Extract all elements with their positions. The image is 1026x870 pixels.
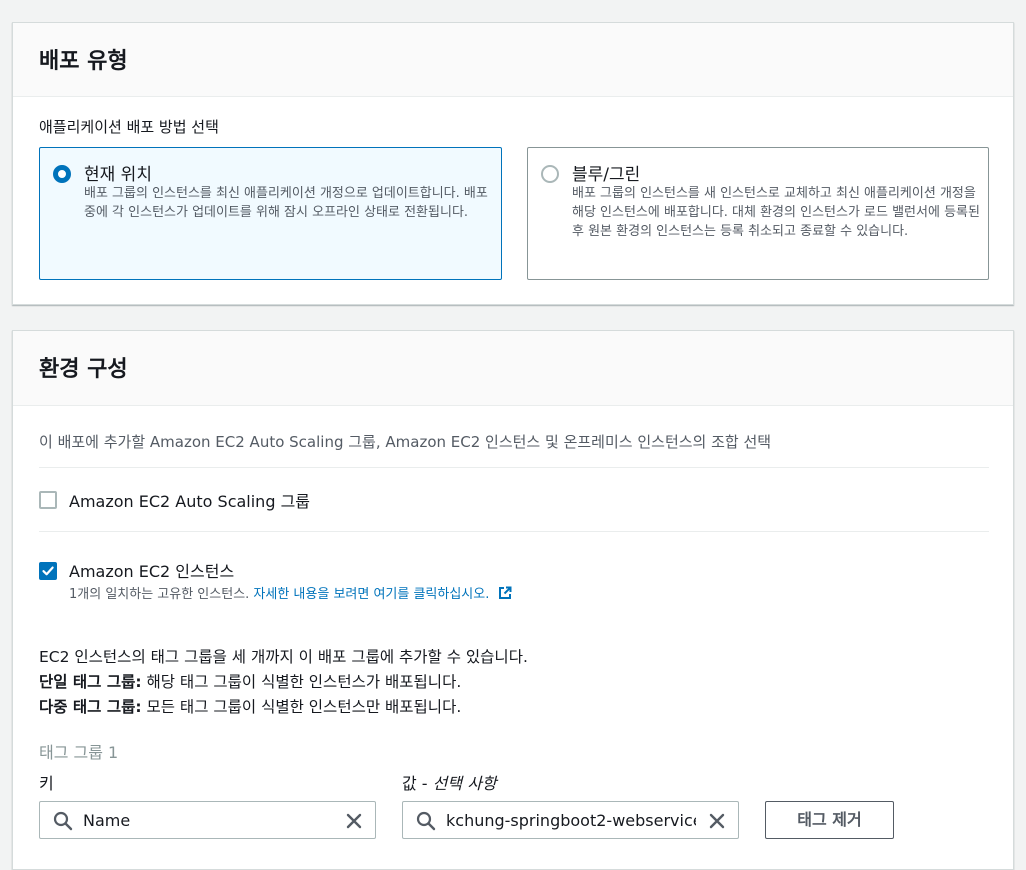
- deployment-type-header: 배포 유형: [13, 23, 1013, 97]
- search-icon: [416, 811, 436, 831]
- clear-value-icon[interactable]: [708, 812, 726, 830]
- checkmark-icon: [42, 566, 54, 576]
- in-place-option-title: 현재 위치: [84, 165, 152, 185]
- multi-tag-group-info: 다중 태그 그룹: 모든 태그 그룹이 식별한 인스턴스만 배포됩니다.: [39, 695, 528, 720]
- tag-key-value[interactable]: Name: [83, 811, 333, 830]
- multi-tag-group-label: 다중 태그 그룹:: [39, 698, 142, 716]
- deployment-type-panel: 배포 유형 애플리케이션 배포 방법 선택 현재 위치 배포 그룹의 인스턴스를…: [12, 22, 1014, 305]
- multi-tag-group-text: 모든 태그 그룹이 식별한 인스턴스만 배포됩니다.: [141, 698, 462, 716]
- environment-config-title: 환경 구성: [39, 357, 128, 382]
- tag-value-input[interactable]: kchung-springboot2-webservice: [402, 801, 739, 839]
- tag-value-value[interactable]: kchung-springboot2-webservice: [446, 811, 696, 830]
- single-tag-group-label: 단일 태그 그룹:: [39, 673, 142, 691]
- clear-key-icon[interactable]: [345, 812, 363, 830]
- instance-details-link[interactable]: 자세한 내용을 보려면 여기를 클릭하십시오.: [253, 587, 489, 602]
- tag-group-info-line: EC2 인스턴스의 태그 그룹을 세 개까지 이 배포 그룹에 추가할 수 있습…: [39, 648, 528, 666]
- deployment-method-label: 애플리케이션 배포 방법 선택: [39, 118, 219, 136]
- divider: [39, 467, 989, 468]
- single-tag-group-info: 단일 태그 그룹: 해당 태그 그룹이 식별한 인스턴스가 배포됩니다.: [39, 670, 528, 695]
- external-link-icon[interactable]: [498, 586, 512, 600]
- tag-key-input[interactable]: Name: [39, 801, 376, 839]
- single-tag-group-text: 해당 태그 그룹이 식별한 인스턴스가 배포됩니다.: [141, 673, 462, 691]
- ec2-instances-checkbox[interactable]: [39, 562, 57, 580]
- deployment-type-title: 배포 유형: [39, 49, 128, 74]
- tag-group-info: EC2 인스턴스의 태그 그룹을 세 개까지 이 배포 그룹에 추가할 수 있습…: [39, 645, 528, 720]
- value-label-text: 값 -: [402, 774, 433, 793]
- value-optional-text: 선택 사항: [432, 774, 497, 793]
- value-label: 값 - 선택 사항: [402, 770, 497, 794]
- blue-green-option-description: 배포 그룹의 인스턴스를 새 인스턴스로 교체하고 최신 애플리케이션 개정을 …: [572, 186, 980, 239]
- asg-checkbox-label[interactable]: Amazon EC2 Auto Scaling 그룹: [69, 488, 310, 512]
- tag-group-title: 태그 그룹 1: [39, 743, 119, 762]
- divider: [39, 531, 989, 532]
- key-label: 키: [39, 774, 54, 793]
- ec2-match-count: 1개의 일치하는 고유한 인스턴스.: [69, 587, 250, 602]
- search-icon: [53, 811, 73, 831]
- blue-green-option-tile[interactable]: 블루/그린 배포 그룹의 인스턴스를 새 인스턴스로 교체하고 최신 애플리케이…: [527, 147, 989, 280]
- ec2-match-info: 1개의 일치하는 고유한 인스턴스. 자세한 내용을 보려면 여기를 클릭하십시…: [69, 583, 512, 602]
- ec2-instances-checkbox-label[interactable]: Amazon EC2 인스턴스: [69, 558, 234, 582]
- environment-config-panel: 환경 구성 이 배포에 추가할 Amazon EC2 Auto Scaling …: [12, 330, 1014, 870]
- in-place-option-description: 배포 그룹의 인스턴스를 최신 애플리케이션 개정으로 업데이트합니다. 배포 …: [84, 186, 488, 220]
- asg-checkbox[interactable]: [39, 491, 57, 509]
- environment-config-header: 환경 구성: [13, 331, 1013, 406]
- blue-green-option-title: 블루/그린: [572, 165, 641, 185]
- in-place-radio[interactable]: [53, 165, 71, 183]
- blue-green-radio[interactable]: [541, 165, 559, 183]
- environment-config-description: 이 배포에 추가할 Amazon EC2 Auto Scaling 그룹, Am…: [39, 433, 772, 451]
- in-place-option-tile[interactable]: 현재 위치 배포 그룹의 인스턴스를 최신 애플리케이션 개정으로 업데이트합니…: [39, 147, 502, 280]
- remove-tag-button[interactable]: 태그 제거: [765, 801, 894, 839]
